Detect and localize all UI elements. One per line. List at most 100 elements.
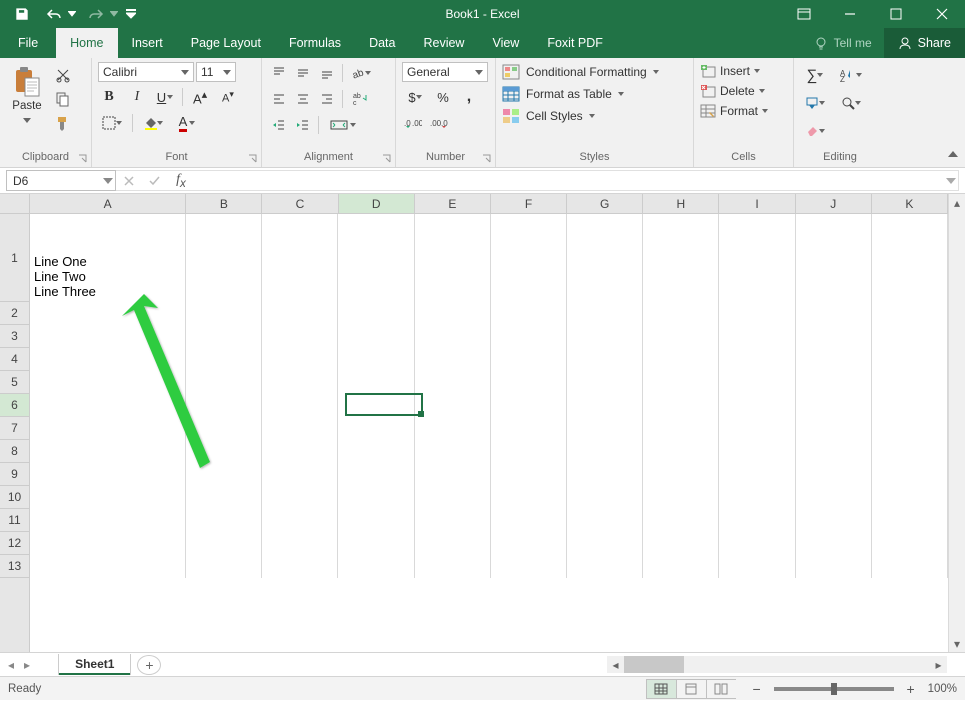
cell-F4[interactable] (491, 348, 567, 371)
number-format-select[interactable]: General (402, 62, 488, 82)
page-layout-view-button[interactable] (676, 679, 706, 699)
cell-B3[interactable] (186, 325, 262, 348)
cell-H9[interactable] (643, 463, 719, 486)
cell-E13[interactable] (415, 555, 491, 578)
cell-C1[interactable] (262, 214, 338, 302)
autosum-button[interactable]: ∑ (800, 64, 830, 86)
cell-E6[interactable] (415, 394, 491, 417)
cell-A11[interactable] (30, 509, 186, 532)
cell-G12[interactable] (567, 532, 643, 555)
cell-D5[interactable] (338, 371, 414, 394)
delete-cells-button[interactable]: Delete (700, 84, 765, 98)
cell-J10[interactable] (796, 486, 872, 509)
cell-K9[interactable] (872, 463, 948, 486)
zoom-out-button[interactable]: − (748, 681, 766, 697)
cell-J5[interactable] (796, 371, 872, 394)
cell-H5[interactable] (643, 371, 719, 394)
redo-dropdown[interactable] (108, 0, 120, 28)
row-header-3[interactable]: 3 (0, 325, 29, 348)
row-header-1[interactable]: 1 (0, 214, 29, 302)
minimize-button[interactable] (827, 0, 873, 28)
cell-I7[interactable] (719, 417, 795, 440)
cell-D6[interactable] (338, 394, 414, 417)
conditional-formatting-button[interactable]: Conditional Formatting (502, 64, 659, 80)
clipboard-launcher[interactable] (77, 153, 89, 165)
bold-button[interactable]: B (98, 86, 120, 108)
save-button[interactable] (8, 0, 36, 28)
cell-F10[interactable] (491, 486, 567, 509)
cell-K6[interactable] (872, 394, 948, 417)
cell-E11[interactable] (415, 509, 491, 532)
qat-customize[interactable] (124, 0, 138, 28)
cell-I12[interactable] (719, 532, 795, 555)
row-header-2[interactable]: 2 (0, 302, 29, 325)
cut-button[interactable] (52, 64, 74, 86)
cell-H2[interactable] (643, 302, 719, 325)
cell-F13[interactable] (491, 555, 567, 578)
fill-color-button[interactable] (139, 112, 167, 134)
cell-I8[interactable] (719, 440, 795, 463)
cell-B12[interactable] (186, 532, 262, 555)
sort-filter-button[interactable]: AZ (836, 64, 866, 86)
scroll-left-button[interactable]: ◂ (607, 658, 624, 672)
cell-D9[interactable] (338, 463, 414, 486)
cell-J2[interactable] (796, 302, 872, 325)
cell-A5[interactable] (30, 371, 186, 394)
cell-H7[interactable] (643, 417, 719, 440)
cell-B2[interactable] (186, 302, 262, 325)
tab-home[interactable]: Home (56, 28, 117, 58)
vertical-scrollbar[interactable]: ▴ ▾ (948, 194, 965, 652)
align-right-button[interactable] (316, 88, 338, 110)
cell-A13[interactable] (30, 555, 186, 578)
cell-B6[interactable] (186, 394, 262, 417)
cell-A7[interactable] (30, 417, 186, 440)
cell-C4[interactable] (262, 348, 338, 371)
cell-I13[interactable] (719, 555, 795, 578)
column-header-H[interactable]: H (643, 194, 719, 213)
scroll-up-button[interactable]: ▴ (949, 194, 965, 211)
cell-A3[interactable] (30, 325, 186, 348)
column-header-I[interactable]: I (719, 194, 795, 213)
cell-J12[interactable] (796, 532, 872, 555)
cell-styles-button[interactable]: Cell Styles (502, 108, 595, 124)
italic-button[interactable]: I (126, 86, 148, 108)
prev-sheet-button[interactable]: ◂ (8, 658, 14, 672)
cell-F8[interactable] (491, 440, 567, 463)
cell-K10[interactable] (872, 486, 948, 509)
cell-E3[interactable] (415, 325, 491, 348)
cell-A2[interactable] (30, 302, 186, 325)
cell-G9[interactable] (567, 463, 643, 486)
cell-B10[interactable] (186, 486, 262, 509)
column-header-A[interactable]: A (30, 194, 186, 213)
cell-D12[interactable] (338, 532, 414, 555)
decrease-indent-button[interactable] (268, 114, 290, 136)
cell-E7[interactable] (415, 417, 491, 440)
column-header-C[interactable]: C (262, 194, 338, 213)
row-header-9[interactable]: 9 (0, 463, 29, 486)
cell-F7[interactable] (491, 417, 567, 440)
insert-function-button[interactable]: fx (168, 171, 194, 190)
cell-K11[interactable] (872, 509, 948, 532)
row-header-8[interactable]: 8 (0, 440, 29, 463)
cell-D2[interactable] (338, 302, 414, 325)
cell-F5[interactable] (491, 371, 567, 394)
cell-G13[interactable] (567, 555, 643, 578)
cell-B9[interactable] (186, 463, 262, 486)
cell-E9[interactable] (415, 463, 491, 486)
cell-H13[interactable] (643, 555, 719, 578)
new-sheet-button[interactable]: + (137, 655, 161, 675)
tab-formulas[interactable]: Formulas (275, 28, 355, 58)
cell-H3[interactable] (643, 325, 719, 348)
cell-F3[interactable] (491, 325, 567, 348)
cell-H11[interactable] (643, 509, 719, 532)
increase-indent-button[interactable] (292, 114, 314, 136)
cell-B5[interactable] (186, 371, 262, 394)
cell-E5[interactable] (415, 371, 491, 394)
page-break-view-button[interactable] (706, 679, 736, 699)
share-button[interactable]: Share (884, 28, 965, 58)
cell-G2[interactable] (567, 302, 643, 325)
percent-format-button[interactable]: % (432, 86, 454, 108)
cell-B13[interactable] (186, 555, 262, 578)
align-left-button[interactable] (268, 88, 290, 110)
cell-A4[interactable] (30, 348, 186, 371)
